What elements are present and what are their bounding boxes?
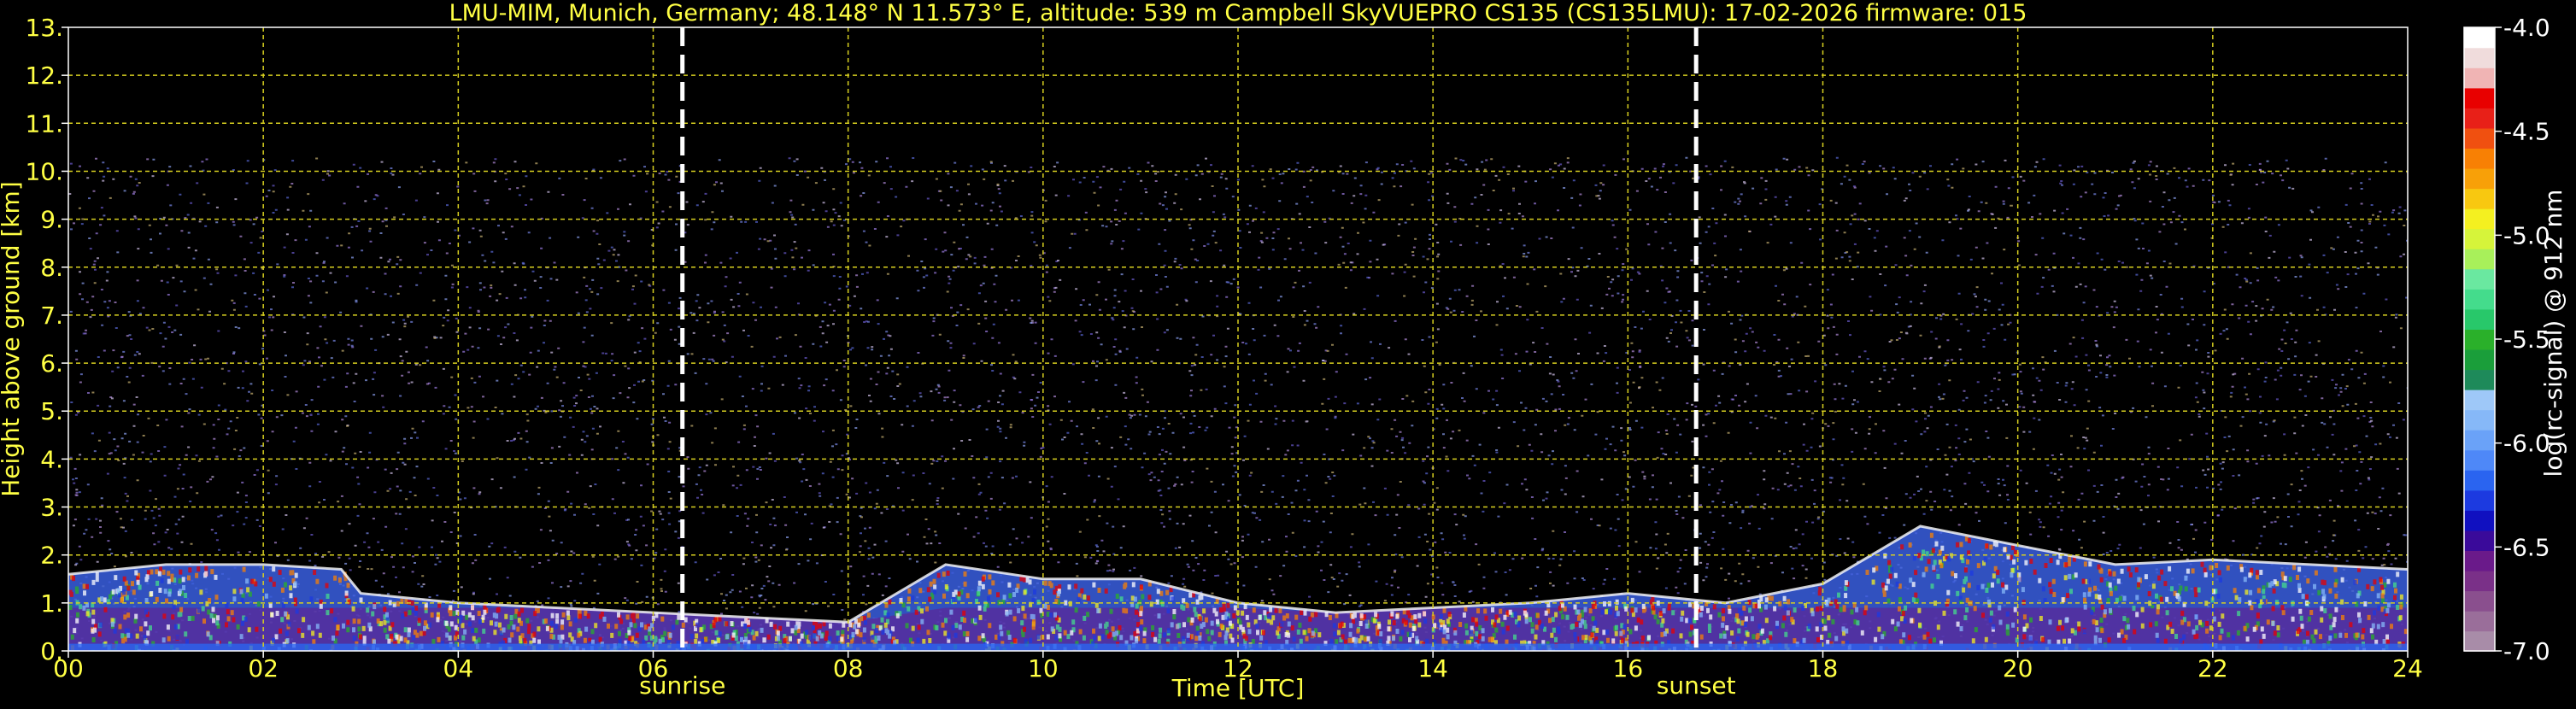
colorbar-segment: [2464, 590, 2495, 612]
colorbar-segment: [2464, 87, 2495, 108]
ceilometer-figure: sunrise sunset 00 02 04 06 08 10 12 14 16 18 20 22 24…: [0, 0, 2576, 706]
colorbar-segment: [2464, 430, 2495, 451]
colorbar-segment: [2464, 510, 2495, 531]
chart-title: LMU-MIM, Munich, Germany; 48.148° N 11.5…: [449, 0, 2027, 26]
colorbar-segment: [2464, 349, 2495, 371]
x-tick-label: 20: [2003, 654, 2033, 683]
colorbar-tick-label: -4.0: [2503, 14, 2550, 42]
colorbar-segment: [2464, 409, 2495, 431]
colorbar-segment: [2464, 289, 2495, 310]
colorbar-segment: [2464, 530, 2495, 551]
colorbar-tick-label: -6.5: [2503, 533, 2550, 561]
colorbar-tick-label: -7.0: [2503, 637, 2550, 665]
x-tick-label: 22: [2198, 654, 2228, 683]
x-tick-label: 04: [443, 654, 474, 683]
colorbar-segment: [2464, 108, 2495, 129]
colorbar-segment: [2464, 389, 2495, 411]
marker-label-sunset: sunset: [1657, 671, 1736, 700]
colorbar-segment: [2464, 188, 2495, 209]
x-tick-label: 02: [248, 654, 279, 683]
colorbar-segment: [2464, 470, 2495, 491]
y-tick-label: 11.: [25, 109, 63, 138]
colorbar-segment: [2464, 308, 2495, 330]
y-tick-label: 13.: [25, 14, 63, 42]
colorbar-segment: [2464, 610, 2495, 632]
y-tick-label: 7.: [40, 302, 63, 330]
y-tick-label: 5.: [40, 397, 63, 425]
plot-area: [68, 27, 2408, 651]
colorbar-segment: [2464, 127, 2495, 149]
x-tick-label: 16: [1613, 654, 1644, 683]
y-tick-label: 6.: [40, 349, 63, 378]
colorbar-segment: [2464, 570, 2495, 592]
x-tick-label: 18: [1808, 654, 1839, 683]
x-tick-label: 08: [833, 654, 864, 683]
colorbar-segment: [2464, 167, 2495, 190]
colorbar-segment: [2464, 630, 2495, 652]
colorbar-segment: [2464, 67, 2495, 89]
y-tick-label: 12.: [25, 62, 63, 90]
y-tick-label: 8.: [40, 254, 63, 282]
chart-svg: sunrise sunset 00 02 04 06 08 10 12 14 16 18 20 22 24…: [0, 0, 2567, 702]
x-tick-label: 06: [638, 654, 669, 683]
colorbar-label: log(rc-signal) @ 912 nm: [2539, 190, 2567, 478]
colorbar-segment: [2464, 329, 2495, 350]
x-tick-label: 24: [2392, 654, 2423, 683]
colorbar-segment: [2464, 249, 2495, 270]
y-axis-label: Height above ground [km]: [0, 181, 25, 497]
y-tick-label: 0.: [40, 637, 63, 665]
colorbar-segment: [2464, 489, 2495, 511]
colorbar-segment: [2464, 449, 2495, 471]
y-tick-label: 4.: [40, 445, 63, 473]
colorbar-segment: [2464, 47, 2495, 68]
colorbar-segment: [2464, 228, 2495, 249]
y-tick-label: 10.: [25, 157, 63, 185]
colorbar-segment: [2464, 148, 2495, 169]
colorbar-tick-label: -4.5: [2503, 118, 2550, 146]
colorbar-segment: [2464, 27, 2495, 49]
x-tick-label: 10: [1028, 654, 1059, 683]
colorbar-segment: [2464, 550, 2495, 571]
y-tick-label: 2.: [40, 542, 63, 570]
colorbar-segment: [2464, 208, 2495, 230]
y-tick-label: 9.: [40, 206, 63, 234]
y-tick-label: 1.: [40, 589, 63, 618]
x-tick-label: 14: [1417, 654, 1448, 683]
x-axis-label: Time [UTC]: [1171, 674, 1305, 702]
y-tick-label: 3.: [40, 494, 63, 522]
colorbar-segment: [2464, 268, 2495, 290]
colorbar: -4.0-4.5-5.0-5.5-6.0-6.5-7.0: [2463, 14, 2550, 665]
colorbar-segment: [2464, 369, 2495, 390]
